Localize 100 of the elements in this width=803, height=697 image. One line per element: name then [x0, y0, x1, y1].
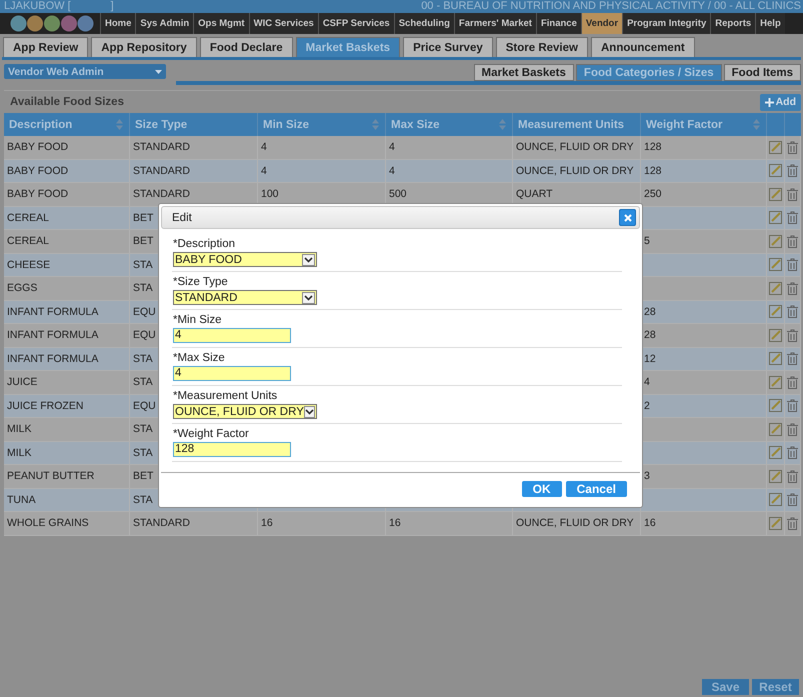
caret-icon	[302, 254, 315, 266]
nav-item[interactable]: Scheduling	[394, 13, 454, 34]
trash-icon[interactable]	[787, 211, 798, 224]
tab[interactable]: App Repository	[91, 37, 197, 57]
table-cell: STA	[133, 446, 153, 459]
nav-item[interactable]: Help	[755, 13, 785, 34]
trash-icon[interactable]	[787, 516, 798, 530]
table-cell: 4	[389, 164, 395, 177]
sub-tab[interactable]: Food Items	[724, 64, 801, 81]
select-field[interactable]: BABY FOOD	[173, 252, 317, 267]
nav-item[interactable]: Program Integrity	[622, 13, 710, 34]
user-name-end: ]	[110, 0, 114, 13]
table-cell: MILK	[7, 423, 32, 436]
nav-item[interactable]: Reports	[710, 13, 756, 34]
close-icon[interactable]	[619, 209, 636, 226]
tab[interactable]: Store Review	[496, 37, 588, 57]
sub-tab[interactable]: Market Baskets	[474, 64, 574, 81]
edit-icon[interactable]	[769, 516, 782, 530]
edit-icon[interactable]	[769, 258, 782, 272]
edit-icon[interactable]	[769, 376, 782, 389]
table-cell: STA	[133, 376, 153, 388]
edit-icon[interactable]	[769, 446, 782, 460]
nav-item[interactable]: Home	[100, 13, 136, 34]
table-cell: 100	[261, 188, 279, 200]
table-cell: 5	[644, 235, 650, 248]
table-cell: 16	[644, 517, 656, 530]
table-cell: 128	[644, 164, 662, 177]
trash-icon[interactable]	[787, 140, 798, 154]
trash-icon[interactable]	[787, 282, 798, 295]
edit-icon[interactable]	[769, 282, 782, 295]
trash-icon[interactable]	[787, 234, 798, 248]
edit-icon[interactable]	[769, 352, 782, 366]
trash-icon[interactable]	[787, 399, 798, 412]
edit-icon[interactable]	[769, 234, 782, 248]
field-label: *Max Size	[173, 352, 226, 364]
edit-icon[interactable]	[769, 422, 782, 436]
table-cell: QUART	[516, 188, 553, 200]
table-cell: EQU	[133, 306, 156, 318]
tab[interactable]: Food Declare	[200, 37, 293, 57]
select-field[interactable]: OUNCE, FLUID OR DRY	[173, 404, 317, 419]
tab[interactable]: Price Survey	[403, 37, 493, 57]
table-cell: 500	[389, 188, 407, 200]
nav-item[interactable]: Farmers' Market	[454, 13, 536, 34]
caret-icon	[304, 406, 315, 418]
trash-icon[interactable]	[787, 188, 798, 201]
table-cell: 28	[644, 306, 656, 318]
tab[interactable]: App Review	[3, 37, 88, 57]
caret-icon	[302, 292, 315, 304]
trash-icon[interactable]	[787, 305, 798, 318]
table-cell: OUNCE, FLUID OR DRY	[516, 517, 634, 530]
nav-item[interactable]: WIC Services	[248, 13, 318, 34]
trash-icon[interactable]	[787, 352, 798, 366]
table-cell: MILK	[7, 446, 32, 459]
edit-icon[interactable]	[769, 164, 782, 178]
input-field[interactable]: 4	[173, 366, 291, 381]
nav-item[interactable]: CSFP Services	[318, 13, 394, 34]
trash-icon[interactable]	[787, 422, 798, 436]
edit-icon[interactable]	[769, 470, 782, 483]
nav-item[interactable]: Sys Admin	[135, 13, 194, 34]
trash-icon[interactable]	[787, 258, 798, 272]
nav-item[interactable]: Ops Mgmt	[193, 13, 249, 34]
table-cell: STA	[133, 282, 153, 294]
select-field[interactable]: STANDARD	[173, 290, 317, 305]
table-cell: BABY FOOD	[7, 164, 68, 177]
edit-icon[interactable]	[769, 211, 782, 224]
trash-icon[interactable]	[787, 470, 798, 483]
table-cell: 4	[261, 141, 267, 154]
table-cell: BABY FOOD	[7, 188, 68, 200]
table-cell: CHEESE	[7, 258, 50, 271]
table-cell: 2	[644, 400, 650, 412]
table-cell: EQU	[133, 400, 156, 412]
table-cell: JUICE	[7, 376, 38, 388]
trash-icon[interactable]	[787, 493, 798, 506]
nav-item[interactable]: Vendor	[580, 13, 622, 34]
table-cell: STANDARD	[133, 517, 190, 530]
trash-icon[interactable]	[787, 328, 798, 342]
nav-item[interactable]: Finance	[536, 13, 581, 34]
trash-icon[interactable]	[787, 446, 798, 460]
edit-icon[interactable]	[769, 493, 782, 506]
input-field[interactable]: 4	[173, 328, 291, 343]
dialog-title: Edit	[172, 212, 192, 224]
edit-icon[interactable]	[769, 188, 782, 201]
edit-icon[interactable]	[769, 328, 782, 342]
table-cell: 16	[389, 517, 401, 530]
table-cell: STA	[133, 352, 153, 365]
table-cell: EQU	[133, 329, 156, 342]
edit-icon[interactable]	[769, 140, 782, 154]
table-cell: STA	[133, 258, 153, 271]
edit-icon[interactable]	[769, 399, 782, 412]
table-cell: 4	[389, 141, 395, 154]
input-field[interactable]: 128	[173, 442, 291, 457]
table-cell: EGGS	[7, 282, 38, 294]
table-cell: 128	[644, 141, 662, 154]
tab[interactable]: Announcement	[590, 37, 695, 57]
trash-icon[interactable]	[787, 376, 798, 389]
edit-icon[interactable]	[769, 305, 782, 318]
panel-title: Available Food Sizes	[9, 96, 124, 108]
table-cell: CEREAL	[7, 212, 50, 224]
trash-icon[interactable]	[787, 164, 798, 178]
table-cell: STANDARD	[133, 188, 190, 200]
